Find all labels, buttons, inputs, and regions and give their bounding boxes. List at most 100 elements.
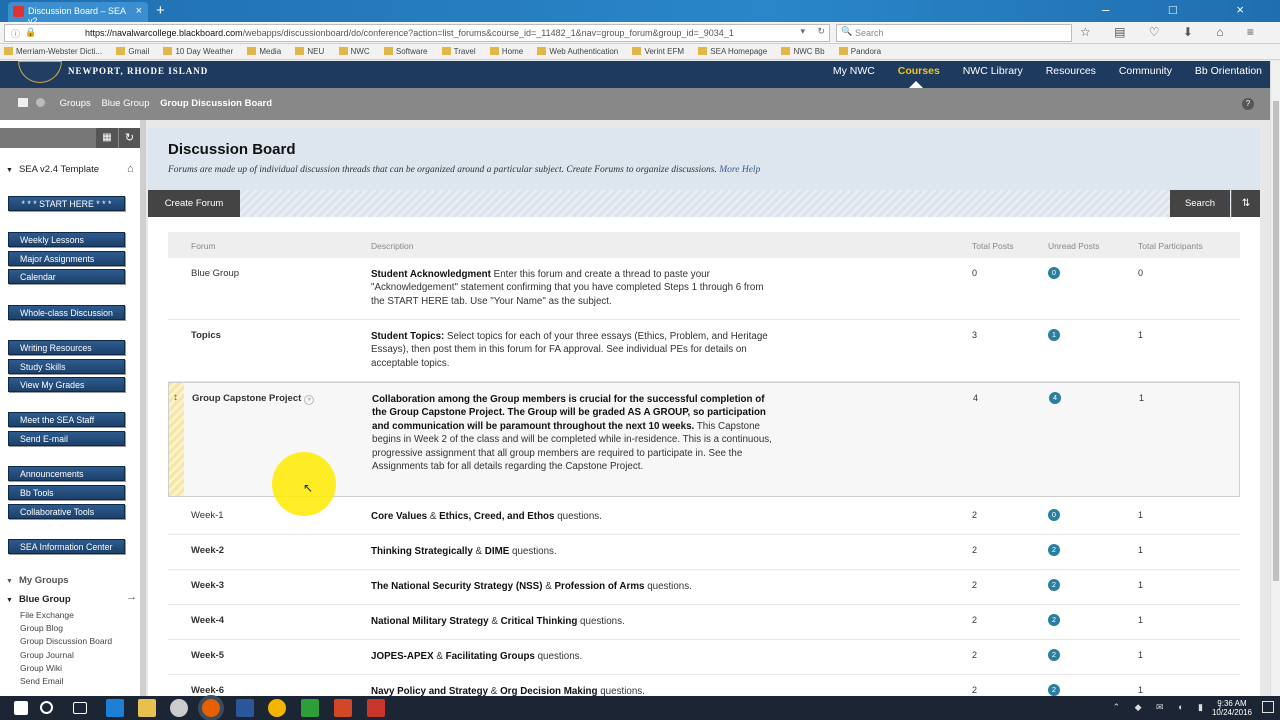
menu-view-my-grades[interactable]: View My Grades: [8, 377, 125, 392]
bookmark-item[interactable]: NWC Bb: [781, 47, 825, 56]
menu-study-skills[interactable]: Study Skills: [8, 359, 125, 374]
camtasia-icon[interactable]: [301, 699, 319, 717]
help-icon[interactable]: ?: [1242, 98, 1254, 110]
menu-send-email[interactable]: Send E-mail: [8, 431, 125, 446]
bookmark-item[interactable]: NWC: [338, 47, 370, 56]
create-forum-button[interactable]: Create Forum: [148, 190, 240, 217]
notifications-icon[interactable]: [1262, 701, 1274, 713]
unread-badge[interactable]: 2: [1048, 684, 1060, 696]
bookmark-item[interactable]: Web Authentication: [537, 47, 618, 56]
toolbar-icons[interactable]: ☆ ▤ ♡ ⬇ ⌂ ≡: [1080, 25, 1264, 39]
browser-tab[interactable]: Discussion Board – SEA v2... ×: [8, 2, 148, 26]
more-help-link[interactable]: More Help: [719, 165, 760, 175]
task-view-icon[interactable]: [73, 702, 87, 714]
menu-calendar[interactable]: Calendar: [8, 269, 125, 284]
window-controls[interactable]: – □ ×: [1102, 2, 1272, 17]
breadcrumb-menu-icon[interactable]: [36, 98, 45, 107]
menu-announcements[interactable]: Announcements: [8, 466, 125, 481]
group-link-file-exchange[interactable]: File Exchange: [20, 610, 74, 620]
forum-link[interactable]: Week-4: [191, 615, 224, 626]
recorder-icon[interactable]: [367, 699, 385, 717]
dropdown-icon[interactable]: ▾: [800, 26, 805, 37]
menu-collaborative-tools[interactable]: Collaborative Tools: [8, 504, 125, 519]
nav-resources[interactable]: Resources: [1046, 65, 1096, 77]
forum-link[interactable]: Topics: [191, 330, 221, 341]
page-scrollbar[interactable]: [1270, 61, 1280, 696]
breadcrumb-blue-group[interactable]: Blue Group: [101, 98, 149, 109]
forum-link[interactable]: Blue Group: [191, 268, 239, 279]
unread-badge[interactable]: 4: [1049, 392, 1061, 404]
system-tray[interactable]: ⌃ ◆ ✉ ◐ ▮ ♪: [1113, 702, 1228, 713]
bookmark-item[interactable]: Merriam-Webster Dicti...: [4, 47, 102, 56]
nav-courses[interactable]: Courses: [898, 65, 940, 77]
col-forum[interactable]: Forum: [191, 241, 216, 251]
bookmark-item[interactable]: Software: [383, 47, 427, 56]
refresh-icon[interactable]: ↻: [118, 128, 140, 148]
bookmark-item[interactable]: NEU: [295, 47, 324, 56]
start-icon[interactable]: [14, 701, 28, 715]
unread-badge[interactable]: 2: [1048, 614, 1060, 626]
unread-badge[interactable]: 2: [1048, 649, 1060, 661]
nav-community[interactable]: Community: [1119, 65, 1172, 77]
bookmark-item[interactable]: Pandora: [838, 47, 881, 56]
reload-icon[interactable]: ↻: [817, 26, 825, 37]
group-link-wiki[interactable]: Group Wiki: [20, 663, 62, 673]
app-icon[interactable]: [170, 699, 188, 717]
forum-link[interactable]: Group Capstone Project ▾: [192, 393, 315, 405]
col-unread-posts[interactable]: Unread Posts: [1048, 241, 1100, 251]
college-seal-icon[interactable]: [18, 61, 62, 83]
bookmark-item[interactable]: Home: [489, 47, 523, 56]
home-icon[interactable]: [18, 98, 28, 107]
unread-badge[interactable]: 2: [1048, 544, 1060, 556]
bookmark-item[interactable]: Gmail: [116, 47, 149, 56]
firefox-icon[interactable]: [202, 699, 220, 717]
chrome-icon[interactable]: [268, 699, 286, 717]
my-groups-heading[interactable]: ▼ My Groups: [6, 575, 69, 586]
unread-badge[interactable]: 0: [1048, 509, 1060, 521]
unread-badge[interactable]: 2: [1048, 579, 1060, 591]
nav-bb-orientation[interactable]: Bb Orientation: [1195, 65, 1262, 77]
menu-weekly-lessons[interactable]: Weekly Lessons: [8, 232, 125, 247]
browser-search-input[interactable]: 🔍 Search: [836, 24, 1072, 42]
forum-link[interactable]: Week-1: [191, 510, 224, 521]
menu-sea-information-center[interactable]: SEA Information Center: [8, 539, 125, 554]
forum-link[interactable]: Week-3: [191, 580, 224, 591]
forum-link[interactable]: Week-5: [191, 650, 224, 661]
unread-badge[interactable]: 1: [1048, 329, 1060, 341]
bookmark-item[interactable]: Travel: [441, 47, 476, 56]
forum-link[interactable]: Week-6: [191, 685, 224, 696]
drag-handle-icon[interactable]: ↕: [169, 383, 184, 496]
sort-icon[interactable]: ⇅: [1231, 190, 1260, 217]
menu-bb-tools[interactable]: Bb Tools: [8, 485, 125, 500]
bookmark-item[interactable]: SEA Homepage: [698, 47, 767, 56]
cortana-icon[interactable]: [40, 701, 53, 714]
nav-nwc-library[interactable]: NWC Library: [963, 65, 1023, 77]
menu-major-assignments[interactable]: Major Assignments: [8, 251, 125, 266]
group-link-journal[interactable]: Group Journal: [20, 650, 74, 660]
menu-writing-resources[interactable]: Writing Resources: [8, 340, 125, 355]
menu-meet-sea-staff[interactable]: Meet the SEA Staff: [8, 412, 125, 427]
search-button[interactable]: Search: [1170, 190, 1230, 217]
bookmark-item[interactable]: 10 Day Weather: [163, 47, 233, 56]
new-tab-button[interactable]: +: [156, 2, 165, 19]
word-icon[interactable]: [236, 699, 254, 717]
col-total-participants[interactable]: Total Participants: [1138, 241, 1203, 251]
close-tab-icon[interactable]: ×: [136, 5, 142, 17]
col-total-posts[interactable]: Total Posts: [972, 241, 1014, 251]
menu-whole-class-discussion[interactable]: Whole-class Discussion: [8, 305, 125, 320]
scrollbar-thumb[interactable]: [1273, 101, 1279, 581]
nav-my-nwc[interactable]: My NWC: [833, 65, 875, 77]
info-icon[interactable]: ⓘ: [11, 27, 20, 40]
powerpoint-icon[interactable]: [334, 699, 352, 717]
menu-start-here[interactable]: * * * START HERE * * *: [8, 196, 125, 211]
edge-icon[interactable]: [106, 699, 124, 717]
group-link-send-email[interactable]: Send Email: [20, 676, 63, 686]
folder-view-icon[interactable]: ▦: [96, 128, 118, 148]
forum-link[interactable]: Week-2: [191, 545, 224, 556]
breadcrumb-groups[interactable]: Groups: [60, 98, 91, 109]
group-link-discussion-board[interactable]: Group Discussion Board: [20, 636, 112, 646]
group-link-blog[interactable]: Group Blog: [20, 623, 63, 633]
clock[interactable]: 9:36 AM 10/24/2016: [1212, 699, 1252, 717]
bookmark-item[interactable]: Media: [247, 47, 281, 56]
group-name[interactable]: ▼ Blue Group: [6, 594, 71, 605]
